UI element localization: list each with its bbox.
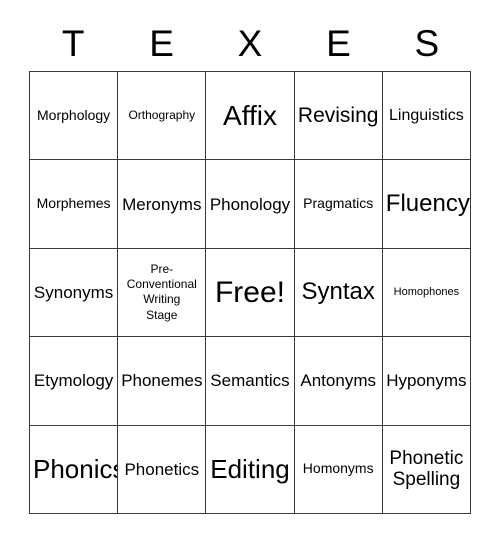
bingo-cell[interactable]: Antonyms [294, 337, 383, 426]
bingo-cell[interactable]: Phonology [206, 160, 295, 249]
bingo-cell[interactable]: Morphemes [30, 160, 119, 249]
bingo-header-row: T E X E S [29, 18, 471, 68]
bingo-cell[interactable]: Homonyms [294, 425, 383, 514]
bingo-cell-label: Homophones [393, 286, 460, 299]
bingo-cell-label: Linguistics [389, 106, 464, 124]
bingo-cell-label: Etymology [33, 371, 114, 391]
bingo-cell-label: Phonemes [121, 371, 203, 391]
bingo-cell-label: Editing [210, 453, 290, 484]
bingo-cell[interactable]: Phonetic Spelling [382, 425, 471, 514]
bingo-cell[interactable]: Pre- Conventional Writing Stage [118, 248, 207, 338]
bingo-cell[interactable]: Affix [206, 72, 295, 161]
bingo-grid: Morphology Orthography Affix Revising Li… [29, 71, 471, 514]
bingo-cell-label: Morphology [37, 106, 111, 123]
bingo-cell[interactable]: Hyponyms [382, 337, 471, 426]
bingo-cell[interactable]: Synonyms [30, 248, 119, 338]
bingo-cell-label: Phonics [33, 453, 119, 484]
bingo-card: T E X E S Morphology Orthography Affix R… [0, 0, 500, 544]
bingo-header-letter-5: S [414, 22, 440, 64]
bingo-cell-label: Revising [297, 103, 379, 127]
bingo-cell[interactable]: Phonemes [118, 337, 207, 426]
bingo-cell-label: Fluency [385, 189, 470, 217]
bingo-cell[interactable]: Morphology [30, 72, 119, 161]
bingo-cell-label: Pre- Conventional Writing Stage [126, 261, 197, 322]
bingo-cell-label: Morphemes [36, 195, 111, 212]
bingo-cell-label: Semantics [210, 371, 290, 391]
bingo-cell[interactable]: Pragmatics [294, 160, 383, 249]
bingo-cell-label: Synonyms [33, 282, 114, 302]
bingo-cell-label: Pragmatics [303, 195, 374, 212]
bingo-cell-free-space[interactable]: Free! [206, 248, 295, 338]
bingo-cell-label: Hyponyms [386, 371, 467, 391]
bingo-cell-label: Syntax [301, 278, 375, 306]
bingo-cell[interactable]: Orthography [118, 72, 207, 161]
bingo-cell[interactable]: Phonetics [118, 425, 207, 514]
bingo-cell-label: Meronyms [122, 194, 202, 214]
bingo-cell[interactable]: Phonics [30, 425, 119, 514]
bingo-cell-label: Free! [214, 275, 285, 309]
bingo-header-letter-2: E [149, 22, 174, 64]
bingo-cell[interactable]: Revising [294, 72, 383, 161]
bingo-cell-label: Phonology [209, 194, 291, 214]
bingo-cell-label: Homonyms [302, 460, 374, 477]
bingo-cell[interactable]: Etymology [30, 337, 119, 426]
bingo-cell[interactable]: Syntax [294, 248, 383, 338]
bingo-cell[interactable]: Editing [206, 425, 295, 514]
bingo-header-letter-4: E [326, 22, 351, 64]
bingo-cell-label: Affix [223, 100, 277, 132]
bingo-header-letter-1: T [61, 22, 85, 64]
bingo-cell[interactable]: Meronyms [118, 160, 207, 249]
bingo-cell[interactable]: Homophones [382, 248, 471, 338]
bingo-cell[interactable]: Semantics [206, 337, 295, 426]
bingo-cell-label: Antonyms [300, 371, 376, 391]
bingo-cell-label: Phonetics [124, 459, 200, 479]
bingo-cell[interactable]: Fluency [382, 160, 471, 249]
bingo-header-letter-3: X [237, 22, 263, 64]
bingo-cell[interactable]: Linguistics [382, 72, 471, 161]
bingo-cell-label: Orthography [128, 108, 196, 123]
bingo-cell-label: Phonetic Spelling [389, 448, 464, 491]
